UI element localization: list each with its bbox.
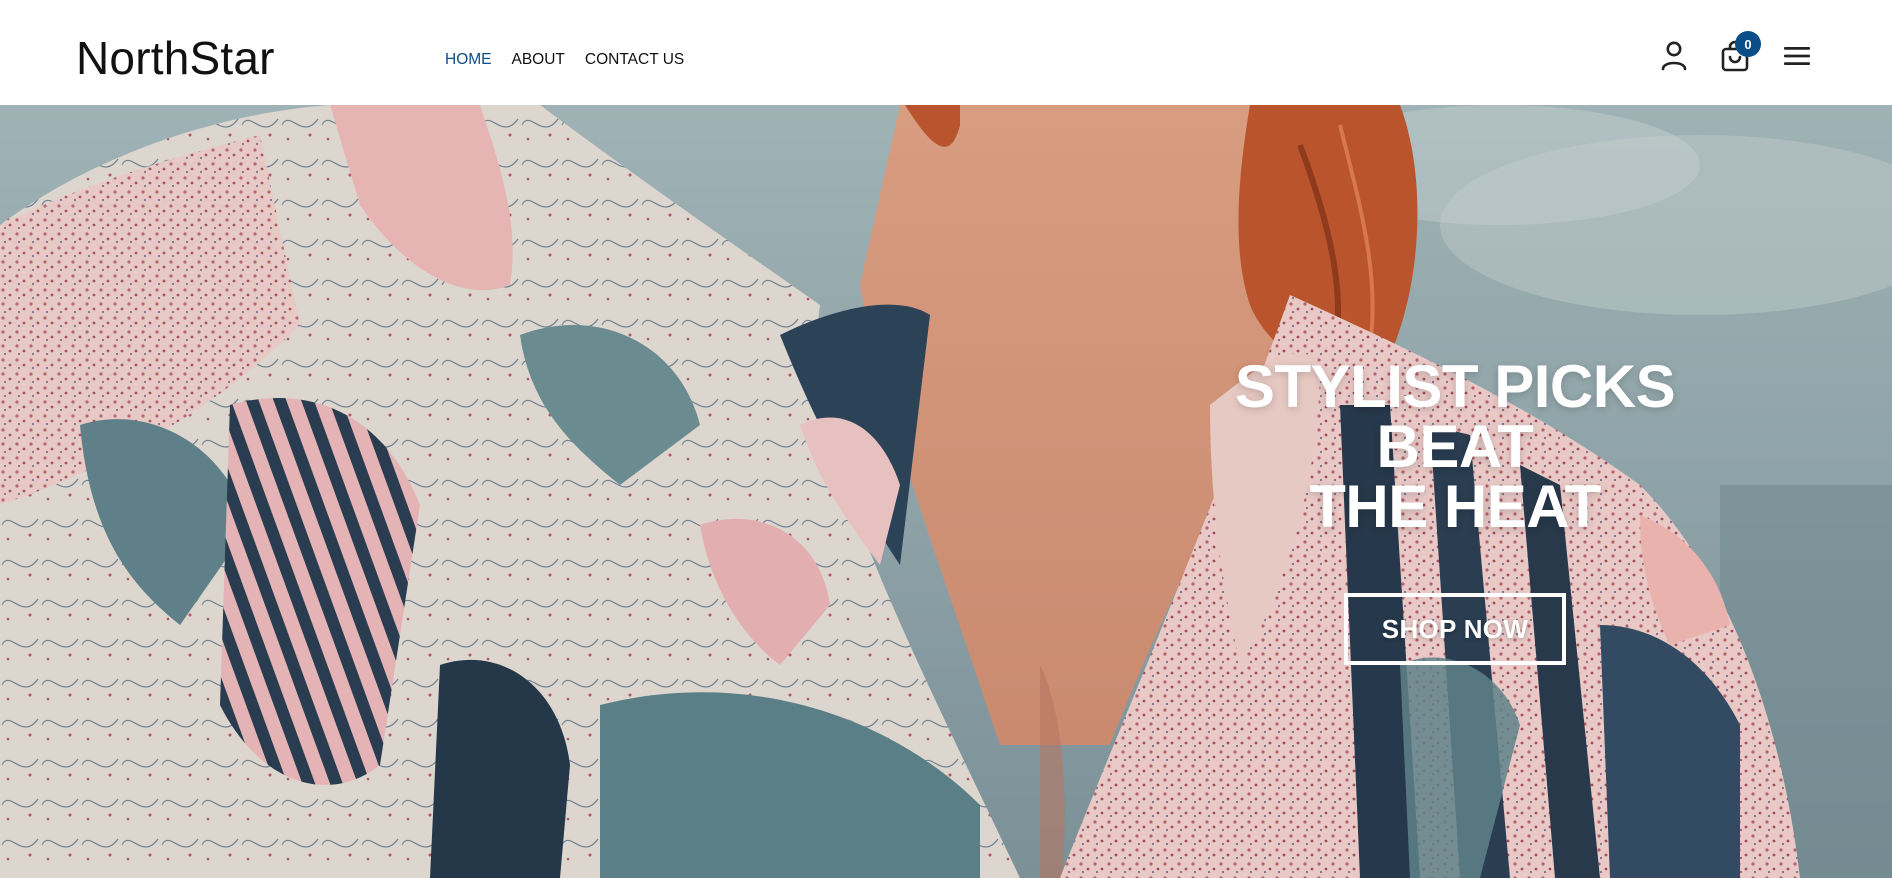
hero-title: STYLIST PICKS BEAT THE HEAT — [1150, 357, 1760, 537]
menu-button[interactable] — [1779, 38, 1815, 74]
hamburger-menu-icon — [1784, 47, 1810, 65]
hero-title-line-2: THE HEAT — [1309, 473, 1601, 540]
nav-link-home[interactable]: HOME — [445, 50, 492, 70]
user-icon — [1661, 41, 1687, 71]
cart-button[interactable]: 0 — [1717, 31, 1761, 74]
nav-link-about[interactable]: ABOUT — [512, 50, 565, 70]
cart-count-badge: 0 — [1735, 31, 1761, 57]
nav-link-contact[interactable]: CONTACT US — [585, 50, 684, 70]
site-header: NorthStar HOME ABOUT CONTACT US 0 — [0, 0, 1892, 105]
account-button[interactable] — [1656, 38, 1692, 74]
shop-now-button[interactable]: SHOP NOW — [1343, 593, 1567, 665]
brand-logo[interactable]: NorthStar — [76, 30, 275, 86]
hero-title-line-1: STYLIST PICKS BEAT — [1234, 353, 1676, 480]
main-nav: HOME ABOUT CONTACT US — [445, 50, 684, 70]
hero-banner: STYLIST PICKS BEAT THE HEAT SHOP NOW — [0, 105, 1892, 878]
hero-content: STYLIST PICKS BEAT THE HEAT SHOP NOW — [1150, 357, 1760, 665]
